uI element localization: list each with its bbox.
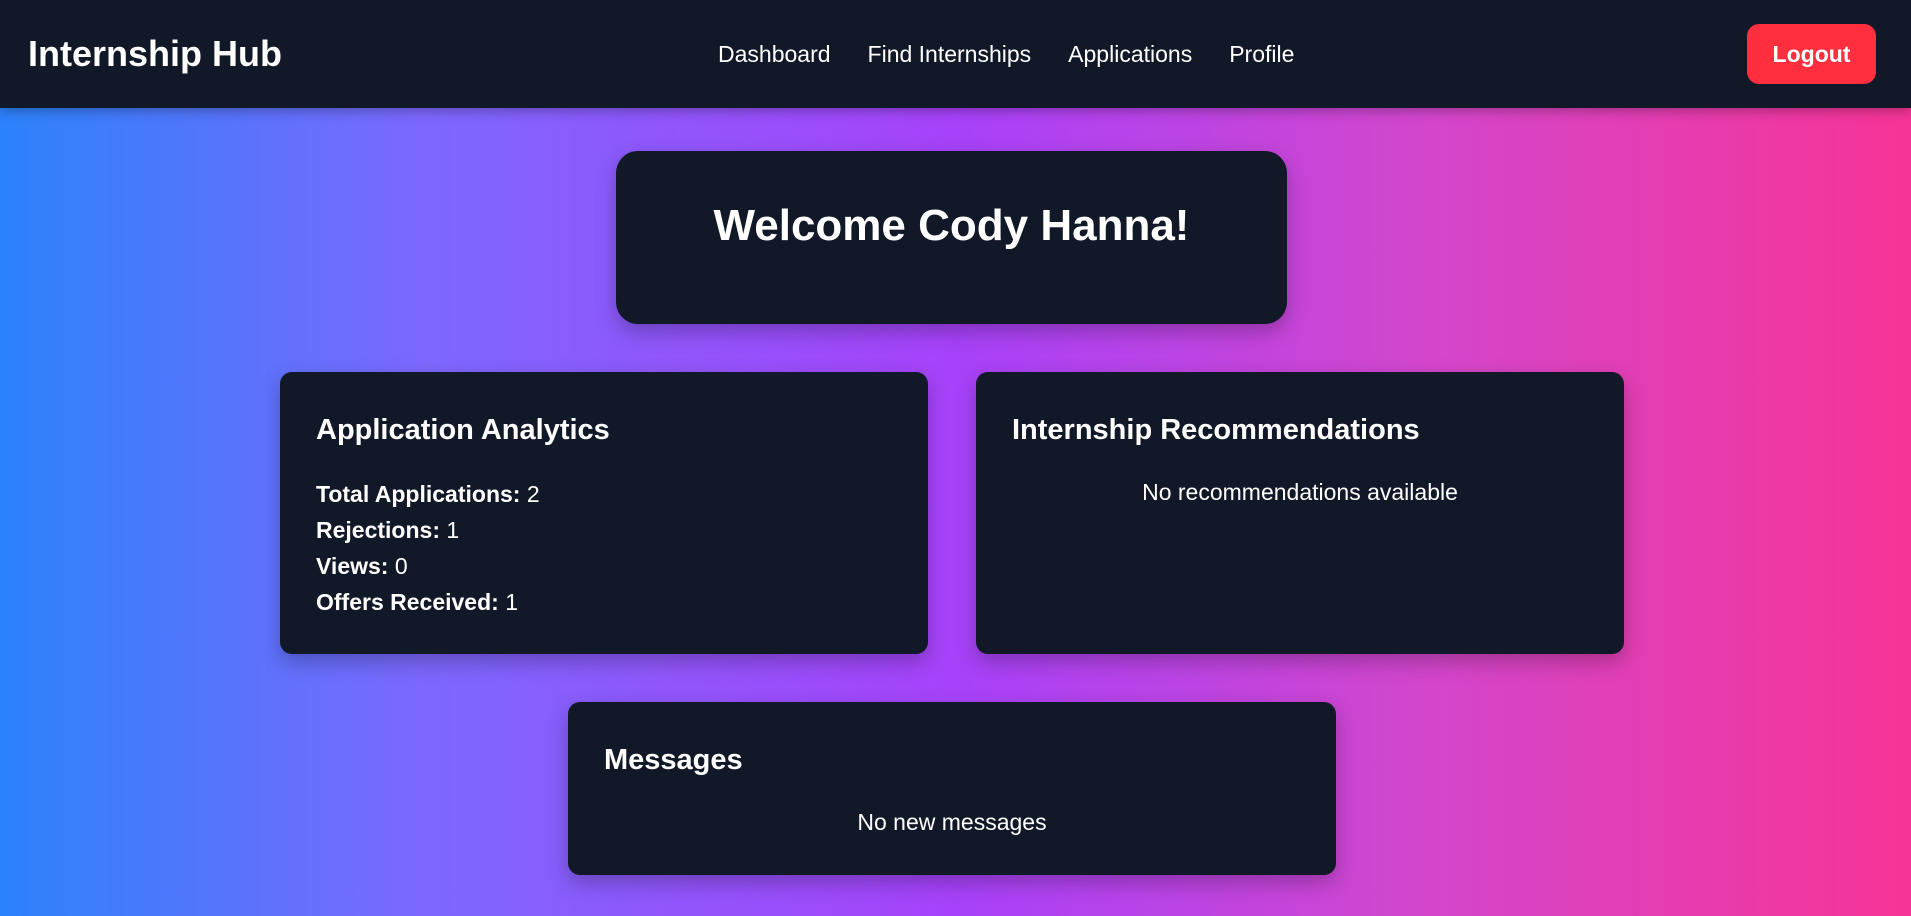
recommendations-empty-text: No recommendations available <box>1142 479 1458 505</box>
messages-title: Messages <box>604 744 743 776</box>
stat-views: Views: 0 <box>316 548 540 584</box>
messages-empty-text: No new messages <box>857 809 1047 835</box>
nav-links: Dashboard Find Internships Applications … <box>718 40 1294 68</box>
stat-offers-received: Offers Received: 1 <box>316 584 540 620</box>
messages-card: Messages No new messages <box>568 702 1336 875</box>
nav-link-dashboard[interactable]: Dashboard <box>718 40 831 68</box>
nav-link-profile[interactable]: Profile <box>1229 40 1294 68</box>
stat-label: Rejections: <box>316 517 440 543</box>
stat-label: Views: <box>316 553 389 579</box>
recommendations-card: Internship Recommendations No recommenda… <box>976 372 1624 654</box>
stat-total-applications: Total Applications: 2 <box>316 476 540 512</box>
welcome-card: Welcome Cody Hanna! <box>616 151 1287 324</box>
stat-label: Offers Received: <box>316 589 499 615</box>
recommendations-title: Internship Recommendations <box>1012 414 1420 446</box>
nav-link-find-internships[interactable]: Find Internships <box>868 40 1032 68</box>
welcome-title: Welcome Cody Hanna! <box>713 201 1190 250</box>
brand-logo[interactable]: Internship Hub <box>28 33 282 75</box>
analytics-card: Application Analytics Total Applications… <box>280 372 928 654</box>
stat-value: 0 <box>394 553 408 579</box>
logout-button[interactable]: Logout <box>1747 24 1876 84</box>
stat-rejections: Rejections: 1 <box>316 512 540 548</box>
top-navbar: Internship Hub Dashboard Find Internship… <box>0 0 1911 108</box>
stat-value: 2 <box>526 481 540 507</box>
stat-value: 1 <box>505 589 518 615</box>
stat-label: Total Applications: <box>316 481 521 507</box>
nav-link-applications[interactable]: Applications <box>1068 40 1192 68</box>
stat-value: 1 <box>446 517 460 543</box>
analytics-stats: Total Applications: 2 Rejections: 1 View… <box>316 476 540 620</box>
analytics-title: Application Analytics <box>316 414 610 446</box>
